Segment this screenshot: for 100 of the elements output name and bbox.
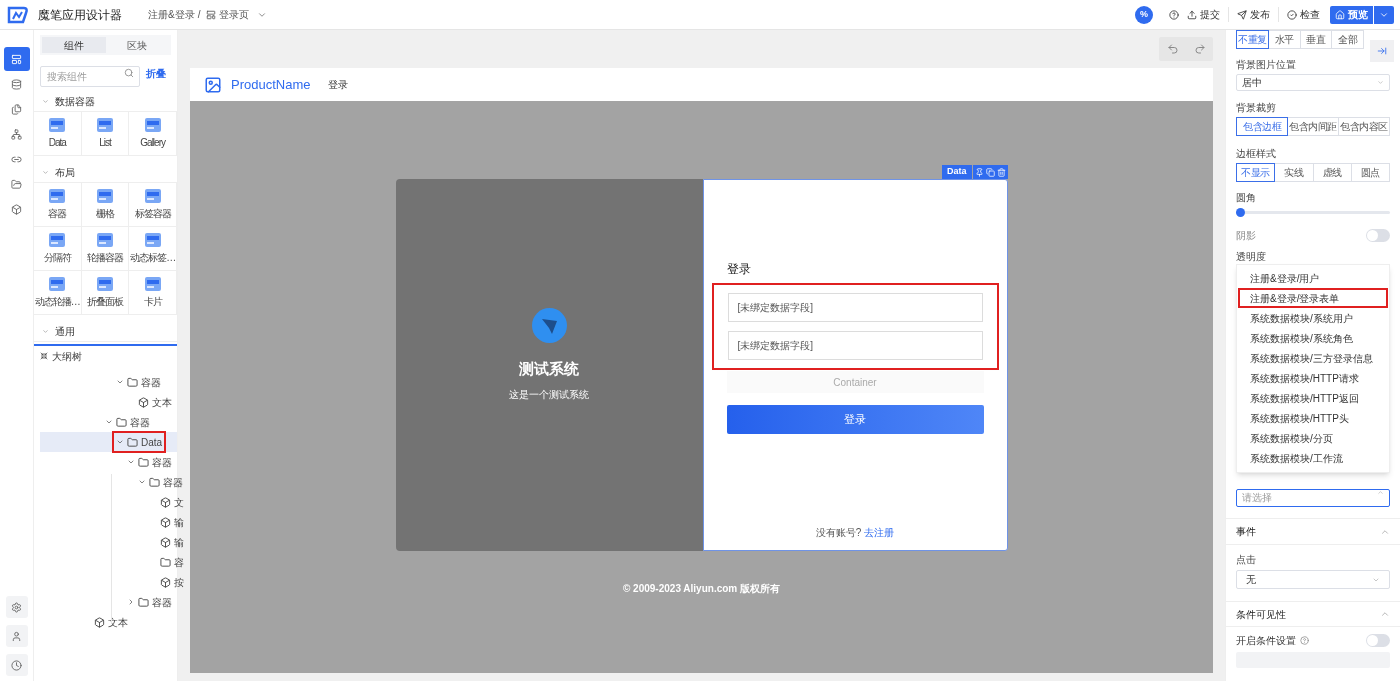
toolbar-button[interactable]: 提交 [1187,7,1220,22]
component-tile[interactable]: 动态轮播… [34,271,82,315]
dropdown-option[interactable]: 系统数据模块/系统角色 [1238,328,1388,348]
text-field[interactable]: [未绑定数据字段] [727,331,983,360]
tree-item[interactable]: 容器 [125,453,174,471]
breadcrumb-link[interactable]: 注册&登录 [148,7,195,22]
dropdown-option[interactable]: 注册&登录/用户 [1238,268,1388,288]
check-circle-icon [1287,9,1297,20]
rail-button[interactable] [5,625,28,647]
caret-icon[interactable] [116,438,124,446]
group-title[interactable]: 布局 [55,164,75,180]
tree-item[interactable]: 容器 [125,593,174,611]
toggle-switch[interactable] [1366,634,1390,647]
caret-icon[interactable] [127,598,135,606]
group-title[interactable]: 数据容器 [55,93,95,109]
undo-icon[interactable] [1166,43,1179,55]
help-icon[interactable] [1300,636,1309,645]
toolbar-button[interactable]: 检查 [1278,7,1320,22]
component-tile[interactable]: 轮播容器 [81,227,130,271]
dropdown-option[interactable]: 系统数据模块/HTTP请求 [1238,368,1388,388]
component-tile[interactable]: 卡片 [129,271,177,315]
toolbar-button[interactable]: 发布 [1228,7,1270,22]
segment-option[interactable]: 不重复 [1236,30,1269,49]
segment-option[interactable]: 不显示 [1236,163,1276,182]
component-tile[interactable]: List [81,112,130,156]
component-tile[interactable]: 标签容器 [129,183,177,227]
select-field[interactable]: 居中 [1236,74,1390,91]
nav-link[interactable]: 登录 [328,77,349,92]
select-field[interactable]: 请选择 [1236,488,1390,507]
section-title[interactable]: 事件 [1236,524,1256,539]
tree-item[interactable]: 输 [147,513,186,531]
signup-link[interactable]: 去注册 [864,525,895,540]
caret-icon[interactable] [127,458,135,466]
segment-option[interactable]: 虚线 [1312,163,1352,182]
component-tile[interactable]: 分隔符 [34,227,82,271]
panel-collapse-button[interactable] [1370,40,1394,62]
caret-icon[interactable] [42,168,49,176]
panel-tab[interactable]: 区块 [105,37,169,53]
component-tile[interactable]: 容器 [34,183,82,227]
field-label: 透明度 [1236,250,1266,264]
component-tile[interactable]: 动态标签… [129,227,177,271]
rail-button[interactable] [3,47,30,71]
dropdown-option[interactable]: 系统数据模块/工作流 [1238,448,1388,468]
tree-item[interactable]: 容 [147,553,186,571]
copy-icon[interactable] [985,167,995,177]
caret-icon[interactable] [42,327,49,335]
component-tile[interactable]: Gallery [129,112,177,156]
percent-badge[interactable]: % [1135,5,1153,24]
caret-icon[interactable] [42,97,49,105]
dropdown-option[interactable]: 系统数据模块/分页 [1238,428,1388,448]
caret-icon[interactable] [138,478,146,486]
panel-tab[interactable]: 组件 [42,37,106,53]
select-field[interactable]: 无 [1236,570,1390,589]
redo-icon[interactable] [1193,43,1206,55]
component-tile[interactable]: 栅格 [81,183,130,227]
tree-item[interactable]: 输 [147,533,186,551]
dropdown-option[interactable]: 注册&登录/登录表单 [1238,288,1388,308]
segment-option[interactable]: 包含边框 [1236,117,1288,136]
text-field[interactable]: [未绑定数据字段] [727,293,983,322]
segment-option[interactable]: 实线 [1274,163,1314,182]
preview-button[interactable]: 预览 [1330,5,1373,24]
search-field[interactable]: 搜索组件 [40,66,140,87]
segment-option[interactable]: 垂直 [1299,30,1333,49]
dropdown-option[interactable]: 系统数据模块/三方登录信息 [1238,348,1388,368]
help-icon[interactable] [1169,9,1179,20]
rail-button[interactable] [5,596,28,618]
tree-item[interactable]: 容器 [114,373,163,391]
caret-icon[interactable] [105,418,113,426]
tree-item[interactable]: 文 [147,493,186,511]
pin-icon[interactable] [974,167,984,177]
slider-thumb[interactable] [1236,208,1245,217]
component-tile[interactable]: 折叠面板 [81,271,130,315]
segment-option[interactable]: 全部 [1331,30,1364,49]
tree-item[interactable]: 容器 [136,473,185,491]
component-icon [144,232,161,247]
database-icon [11,78,22,90]
preview-menu-button[interactable] [1374,5,1394,24]
segment-option[interactable]: 包含内间距 [1287,117,1339,136]
collapse-link[interactable]: 折叠 [146,66,166,81]
tree-item[interactable]: 容器 [103,413,152,431]
component-tile[interactable]: Data [34,112,82,156]
shrink-icon[interactable] [40,352,48,360]
section-title[interactable]: 条件可见性 [1236,606,1286,622]
footer-copyright: © 2009-2023 Aliyun.com 版权所有 [622,582,781,596]
group-title[interactable]: 通用 [55,323,75,339]
dropdown-option[interactable]: 系统数据模块/HTTP头 [1238,408,1388,428]
segment-option[interactable]: 圆点 [1350,163,1390,182]
dropdown-option[interactable]: 系统数据模块/HTTP返回 [1238,388,1388,408]
component-icon [49,276,66,291]
delete-icon[interactable] [996,167,1006,177]
login-button[interactable]: 登录 [726,405,984,434]
toggle-switch[interactable] [1366,229,1390,242]
tree-item[interactable]: 文本 [125,393,174,411]
segment-option[interactable]: 包含内容区 [1338,117,1390,136]
segment-option[interactable]: 水平 [1267,30,1301,49]
caret-icon[interactable] [116,378,124,386]
chevron-up-icon[interactable] [1380,609,1390,619]
rail-button[interactable] [5,654,28,676]
tree-item[interactable]: 按 [147,573,186,591]
dropdown-option[interactable]: 系统数据模块/系统用户 [1238,308,1388,328]
